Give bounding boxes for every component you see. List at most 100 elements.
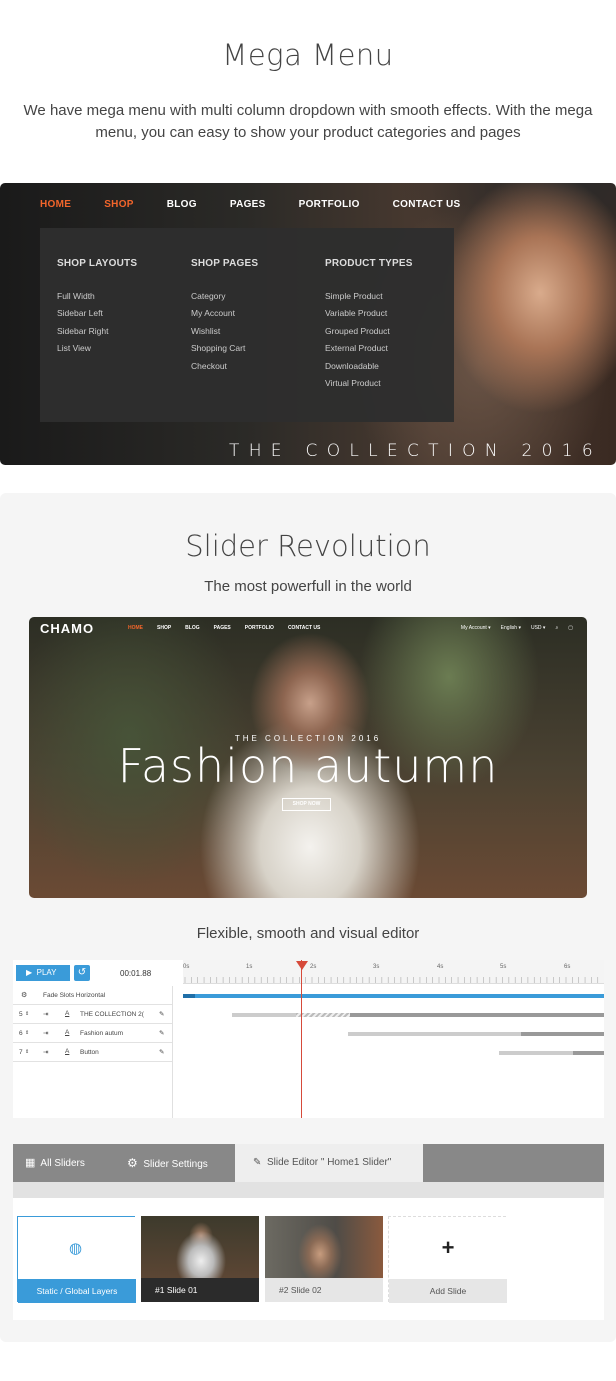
menu-item[interactable]: Category [191, 291, 258, 301]
layer-number: 7 [19, 1049, 23, 1056]
nav-blog[interactable]: BLOG [167, 199, 197, 210]
hero-nav-shop[interactable]: SHOP [157, 625, 171, 631]
layer-track[interactable] [521, 1032, 604, 1036]
menu-item[interactable]: Wishlist [191, 326, 258, 336]
tick-label: 6s [564, 964, 571, 970]
slide-static[interactable]: ◍ Static / Global Layers [17, 1216, 136, 1303]
lock-icon[interactable]: ⇥ [43, 1029, 48, 1037]
edit-icon[interactable]: ✎ [159, 1010, 164, 1018]
hero-nav: HOME SHOP BLOG PAGES PORTFOLIO CONTACT U… [128, 625, 334, 631]
menu-item[interactable]: Simple Product [325, 291, 413, 301]
slide-label: #1 Slide 01 [141, 1278, 259, 1302]
layer-track[interactable] [573, 1051, 604, 1055]
lock-icon[interactable]: ⇥ [43, 1010, 48, 1018]
main-nav: HOME SHOP BLOG PAGES PORTFOLIO CONTACT U… [40, 199, 493, 210]
tick-label: 5s [500, 964, 507, 970]
nav-portfolio[interactable]: PORTFOLIO [299, 199, 360, 210]
tab-slider-settings[interactable]: ⚙ Slider Settings [127, 1144, 237, 1182]
layer-row[interactable]: 5 ⇕ ⇥ A THE COLLECTION 2( ✎ [13, 1005, 173, 1024]
layer-label: Fashion autum [80, 1030, 123, 1037]
my-account-menu[interactable]: My Account ▾ [461, 625, 491, 631]
gear-icon: ⚙ [21, 992, 28, 999]
hero-slider-preview: CHAMO HOME SHOP BLOG PAGES PORTFOLIO CON… [29, 617, 587, 898]
menu-item[interactable]: Shopping Cart [191, 343, 258, 353]
slide-track-start [183, 994, 195, 998]
edit-icon[interactable]: ✎ [159, 1029, 164, 1037]
slider-subtitle: The most powerfull in the world [204, 578, 412, 595]
slide-label: Add Slide [389, 1279, 507, 1303]
nav-home[interactable]: HOME [40, 199, 71, 210]
menu-item[interactable]: Checkout [191, 361, 258, 371]
menu-item[interactable]: Variable Product [325, 308, 413, 318]
menu-item[interactable]: Full Width [57, 291, 137, 301]
currency-menu[interactable]: USD ▾ [531, 625, 545, 631]
tick-label: 3s [373, 964, 380, 970]
layer-track[interactable] [232, 1013, 296, 1017]
layer-label: THE COLLECTION 2( [80, 1011, 144, 1018]
edit-icon[interactable]: ✎ [159, 1048, 164, 1056]
hero-header-right: My Account ▾ English ▾ USD ▾ ⌕ ▢ [451, 625, 573, 631]
nav-shop[interactable]: SHOP [104, 199, 134, 210]
layer-number: 5 [19, 1011, 23, 1018]
tab-all-sliders[interactable]: ▦ All Sliders [25, 1144, 115, 1182]
playhead-handle[interactable] [296, 961, 308, 970]
shop-now-button[interactable]: SHOP NOW [282, 798, 331, 811]
mega-menu-description: We have mega menu with multi column drop… [23, 102, 593, 141]
play-button[interactable]: ▶ PLAY [16, 965, 70, 981]
slider-tabs: ▦ All Sliders ⚙ Slider Settings ✎ Slide … [13, 1144, 604, 1182]
hero-nav-blog[interactable]: BLOG [185, 625, 199, 631]
mega-menu-preview: HOME SHOP BLOG PAGES PORTFOLIO CONTACT U… [0, 183, 616, 465]
menu-item[interactable]: Virtual Product [325, 378, 413, 388]
language-menu[interactable]: English ▾ [501, 625, 521, 631]
history-icon[interactable]: ↺ [74, 965, 90, 981]
slide-01[interactable]: #1 Slide 01 [141, 1216, 259, 1302]
layer-row[interactable]: 6 ⇕ ⇥ A Fashion autum ✎ [13, 1024, 173, 1043]
cart-icon[interactable]: ▢ [568, 625, 573, 631]
layer-track[interactable] [350, 1013, 604, 1017]
editor-caption: Flexible, smooth and visual editor [196, 925, 420, 942]
playhead[interactable] [301, 960, 302, 1118]
slide-thumb-image [265, 1216, 383, 1278]
menu-item[interactable]: My Account [191, 308, 258, 318]
hero-nav-home[interactable]: HOME [128, 625, 143, 631]
mega-dropdown: SHOP LAYOUTS Full Width Sidebar Left Sid… [40, 228, 454, 422]
layer-row[interactable]: ⚙ Fade Slots Horizontal [13, 986, 173, 1005]
tab-slide-editor[interactable]: ✎ Slide Editor " Home1 Slider" [235, 1144, 423, 1182]
layer-row[interactable]: 7 ⇕ ⇥ A Button ✎ [13, 1043, 173, 1062]
plus-icon: + [389, 1217, 507, 1279]
sort-icon: ⇕ [25, 1011, 30, 1017]
hero-nav-contact[interactable]: CONTACT US [288, 625, 320, 631]
layer-track[interactable] [499, 1051, 573, 1055]
timeline-ruler[interactable]: 0s 1s 2s 3s 4s 5s 6s [183, 960, 604, 984]
tab-label: Slider Settings [143, 1159, 208, 1170]
text-layer-icon: A [65, 1048, 70, 1055]
mega-menu-section: Mega Menu We have mega menu with multi c… [0, 0, 616, 480]
menu-item[interactable]: Grouped Product [325, 326, 413, 336]
add-slide-button[interactable]: + Add Slide [388, 1216, 507, 1303]
layer-number: 6 [19, 1030, 23, 1037]
hero-nav-pages[interactable]: PAGES [214, 625, 231, 631]
layer-track-anim[interactable] [296, 1013, 350, 1017]
search-icon[interactable]: ⌕ [555, 625, 558, 631]
lock-icon[interactable]: ⇥ [43, 1048, 48, 1056]
collection-caption: THE COLLECTION 2016 [229, 441, 602, 461]
menu-item[interactable]: Sidebar Right [57, 326, 137, 336]
sort-icon: ⇕ [25, 1049, 30, 1055]
slide-02[interactable]: #2 Slide 02 [265, 1216, 383, 1302]
site-logo[interactable]: CHAMO [40, 621, 94, 636]
tick-label: 4s [437, 964, 444, 970]
column-product-types: PRODUCT TYPES Simple Product Variable Pr… [325, 258, 413, 396]
menu-item[interactable]: Downloadable [325, 361, 413, 371]
menu-item[interactable]: External Product [325, 343, 413, 353]
nav-contact[interactable]: CONTACT US [393, 199, 461, 210]
layer-label: Fade Slots Horizontal [43, 992, 106, 999]
tab-label: All Sliders [40, 1158, 85, 1169]
column-heading: PRODUCT TYPES [325, 258, 413, 269]
slide-track[interactable] [183, 994, 604, 998]
layer-track[interactable] [348, 1032, 521, 1036]
tick-label: 2s [310, 964, 317, 970]
hero-nav-portfolio[interactable]: PORTFOLIO [245, 625, 274, 631]
menu-item[interactable]: List View [57, 343, 137, 353]
menu-item[interactable]: Sidebar Left [57, 308, 137, 318]
nav-pages[interactable]: PAGES [230, 199, 266, 210]
